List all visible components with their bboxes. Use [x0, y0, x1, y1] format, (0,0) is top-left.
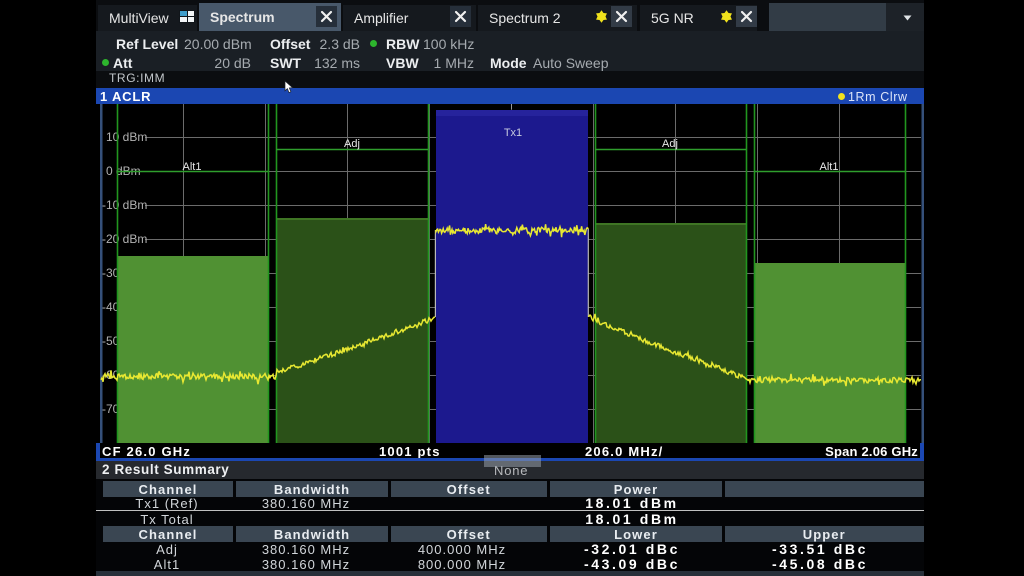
- svg-text:Adj: Adj: [344, 138, 360, 150]
- svg-text:-20 dBm: -20 dBm: [102, 232, 147, 246]
- svg-text:Adj: Adj: [662, 138, 678, 150]
- svg-text:Alt1: Alt1: [183, 161, 202, 173]
- svg-text:-10 dBm: -10 dBm: [102, 198, 147, 212]
- svg-text:Tx1: Tx1: [504, 127, 522, 139]
- svg-text:Alt1: Alt1: [820, 161, 839, 173]
- svg-text:10 dBm: 10 dBm: [106, 130, 147, 144]
